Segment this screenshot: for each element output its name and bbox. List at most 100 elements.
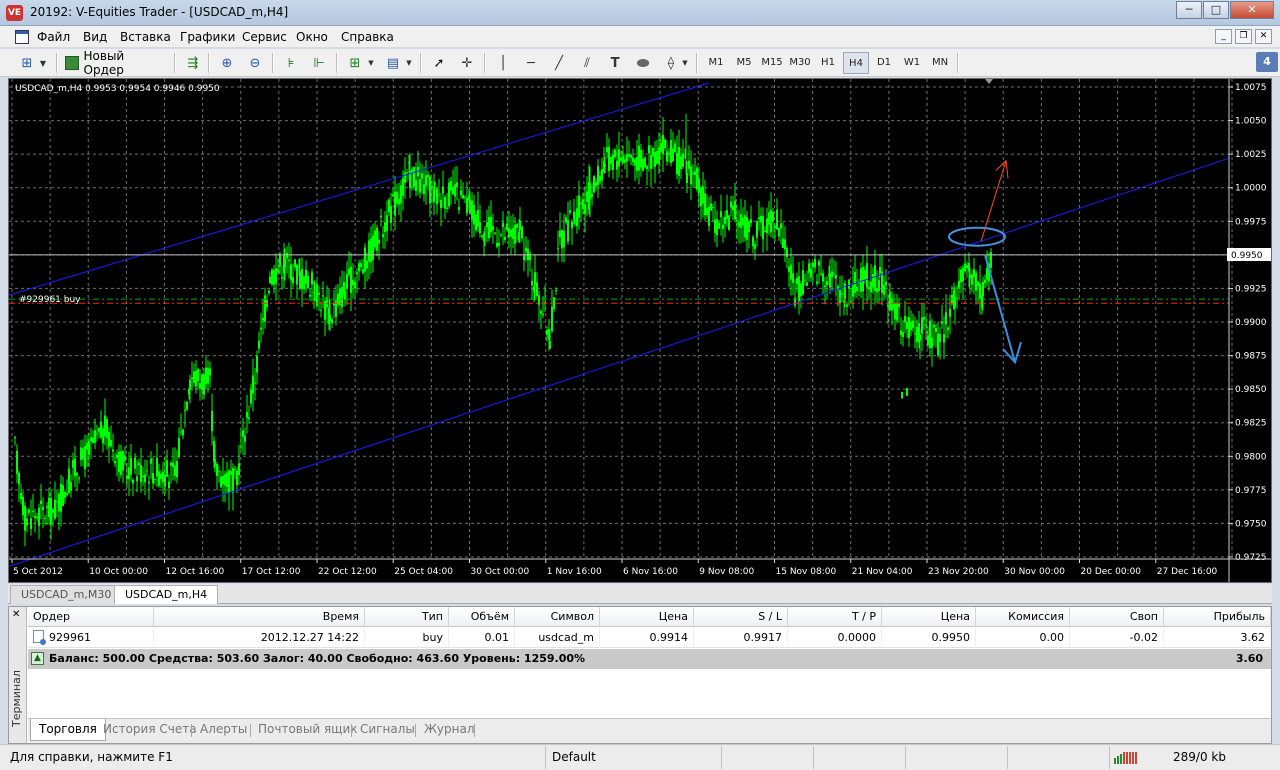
minimize-button[interactable]: ─ [1176, 1, 1202, 19]
time-tick-label: 25 Oct 04:00 [394, 567, 453, 577]
arrows-icon[interactable]: ⟠ [660, 52, 682, 74]
trendline-icon[interactable]: ╱ [548, 52, 570, 74]
col-price[interactable]: Цена [882, 607, 976, 627]
timeframe-m5[interactable]: M5 [731, 52, 757, 74]
timeframe-d1[interactable]: D1 [871, 52, 897, 74]
col-sl[interactable]: S / L [694, 607, 788, 627]
candle-body [772, 211, 774, 222]
timeframe-h4[interactable]: H4 [843, 52, 869, 74]
child-minimize-button[interactable]: _ [1215, 29, 1232, 44]
candle-body [788, 266, 790, 272]
menu-window[interactable]: Окно [296, 30, 328, 44]
menu-charts[interactable]: Графики [180, 30, 235, 44]
candle-body [947, 327, 949, 331]
candle-body [100, 421, 102, 438]
col-commission[interactable]: Комиссия [976, 607, 1070, 627]
col-type[interactable]: Тип [365, 607, 449, 627]
col-order[interactable]: Ордер [28, 607, 154, 627]
app-logo-icon: VE [6, 5, 23, 21]
quick-badge[interactable]: 4 [1256, 52, 1278, 72]
timeframe-m15[interactable]: M15 [759, 52, 785, 74]
ellipse-icon[interactable]: ⬬ [632, 52, 654, 74]
col-tp[interactable]: T / P [788, 607, 882, 627]
col-volume[interactable]: Объём [449, 607, 515, 627]
candle-body [78, 478, 80, 480]
timeframe-mn[interactable]: MN [927, 52, 953, 74]
total-profit: 3.60 [1235, 652, 1263, 665]
col-profit[interactable]: Прибыль [1164, 607, 1271, 627]
status-empty-2 [816, 746, 906, 769]
menu-help[interactable]: Справка [341, 30, 394, 44]
child-restore-button[interactable]: ❐ [1235, 29, 1252, 44]
timeframe-w1[interactable]: W1 [899, 52, 925, 74]
menu-view[interactable]: Вид [83, 30, 107, 44]
child-close-button[interactable]: ✕ [1255, 29, 1272, 44]
chart-shift-icon[interactable]: ⊧ [280, 52, 302, 74]
equidistant-channel-icon[interactable]: ⫽ [576, 52, 598, 74]
indicators-dropdown-icon[interactable]: ▼ [366, 52, 376, 74]
table-row[interactable]: 929961 2012.12.27 14:22 buy 0.01 usdcad_… [28, 628, 1271, 648]
maximize-button[interactable]: □ [1203, 1, 1229, 19]
terminal-side-label: Терминал [10, 670, 23, 727]
tab-account-history[interactable]: История Счета [95, 719, 205, 741]
indicators-icon[interactable]: ⊞ [344, 52, 366, 74]
cursor-icon[interactable]: ➚ [428, 52, 450, 74]
chart-canvas[interactable]: 1.0075 1.0050 1.0025 1.0000 0.9975 0.9950 0.99… [9, 79, 1271, 582]
candle-body [76, 472, 78, 476]
close-button[interactable]: ✕ [1230, 1, 1274, 19]
candle-body [666, 151, 668, 162]
candle-body [702, 186, 704, 204]
menu-tools[interactable]: Сервис [242, 30, 287, 44]
col-time[interactable]: Время [154, 607, 365, 627]
candle-body [982, 281, 984, 297]
menu-file[interactable]: Файл [37, 30, 70, 44]
candle-body [262, 317, 264, 321]
candle-body [589, 183, 591, 200]
arrows-dropdown-icon[interactable]: ▼ [680, 52, 690, 74]
vertical-line-icon[interactable]: │ [492, 52, 514, 74]
tab-mailbox[interactable]: Почтовый ящик [250, 719, 366, 741]
candle-body [939, 334, 941, 343]
status-empty-4 [1010, 746, 1110, 769]
time-tick-label: 30 Oct 00:00 [471, 567, 530, 577]
crosshair-icon[interactable]: ✛ [456, 52, 478, 74]
tab-journal[interactable]: Журнал [416, 719, 483, 741]
tab-signals[interactable]: Сигналы [352, 719, 423, 741]
tab-alerts[interactable]: Алерты [192, 719, 255, 741]
autoscale-icon[interactable]: ⊩ [308, 52, 330, 74]
zoom-out-icon[interactable]: ⊖ [244, 52, 266, 74]
chart-tab-usdcad-m30[interactable]: USDCAD_m,M30 [10, 585, 123, 604]
col-symbol[interactable]: Символ [515, 607, 600, 627]
new-order-button[interactable]: Новый Ордер [64, 49, 166, 77]
text-icon[interactable]: T [604, 52, 626, 74]
dropdown-arrow-icon[interactable]: ▼ [36, 52, 50, 74]
orders-table-header: Ордер Время Тип Объём Символ Цена S / L … [28, 607, 1271, 627]
horizontal-line-icon[interactable]: ─ [520, 52, 542, 74]
autoscroll-icon[interactable]: ⇶ [182, 52, 204, 74]
terminal-close-icon[interactable]: ✕ [12, 609, 20, 620]
candle-body [344, 291, 346, 300]
candle-body [523, 255, 525, 260]
menu-insert[interactable]: Вставка [120, 30, 171, 44]
timeframe-h1[interactable]: H1 [815, 52, 841, 74]
drawn-objects [948, 79, 1022, 365]
chart-tab-usdcad-h4[interactable]: USDCAD_m,H4 [114, 585, 219, 604]
col-open-price[interactable]: Цена [600, 607, 694, 627]
candle-body [360, 263, 362, 268]
child-window-controls: _ ❐ ✕ [1212, 29, 1272, 44]
new-chart-icon[interactable]: ⊞ [16, 52, 38, 74]
col-swap[interactable]: Своп [1070, 607, 1164, 627]
timeframe-m1[interactable]: M1 [703, 52, 729, 74]
candle-body [724, 216, 726, 224]
chart-window-icon[interactable] [15, 30, 29, 44]
zoom-in-icon[interactable]: ⊕ [216, 52, 238, 74]
candle-body [778, 227, 780, 237]
templates-icon[interactable]: ▤ [382, 52, 404, 74]
timeframe-m30[interactable]: M30 [787, 52, 813, 74]
price-chart[interactable]: 1.0075 1.0050 1.0025 1.0000 0.9975 0.9950 0.99… [8, 78, 1272, 583]
candle-body [656, 151, 658, 164]
candle-body [614, 149, 616, 158]
candle-body [878, 279, 880, 292]
templates-dropdown-icon[interactable]: ▼ [404, 52, 414, 74]
candle-body [44, 517, 46, 519]
